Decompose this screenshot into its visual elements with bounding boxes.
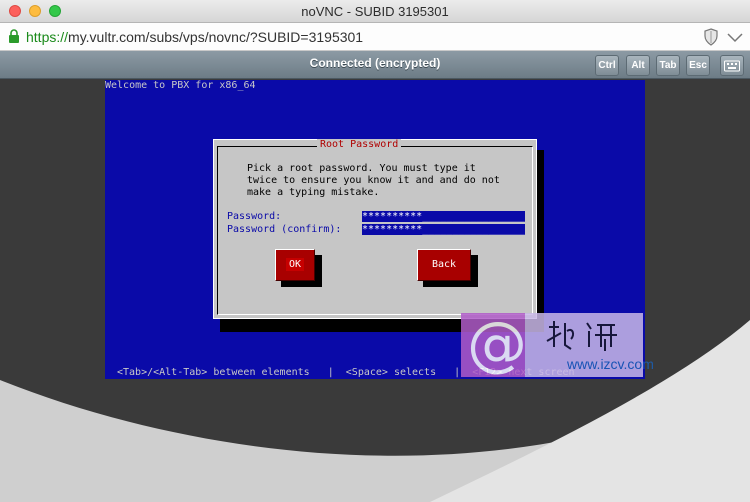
lock-icon	[9, 29, 19, 43]
watermark: @ www.izcv.com	[461, 309, 654, 379]
esc-key-button[interactable]: Esc	[686, 55, 710, 76]
url-scheme: https://	[26, 29, 69, 45]
password-value: **********	[362, 211, 423, 222]
signature-glyph-icon	[546, 321, 617, 351]
url-path: my.vultr.com/subs/vps/novnc/?SUBID=31953…	[68, 29, 364, 45]
confirm-password-label: Password (confirm):	[227, 224, 342, 235]
ctrl-key-button[interactable]: Ctrl	[595, 55, 619, 76]
window-titlebar: noVNC - SUBID 3195301	[0, 0, 750, 23]
ok-button[interactable]: OK	[275, 249, 315, 281]
watermark-url: www.izcv.com	[567, 356, 654, 372]
alt-key-button[interactable]: Alt	[626, 55, 650, 76]
welcome-text: Welcome to PBX for x86_64	[105, 80, 256, 91]
root-password-dialog: Root Password Pick a root password. You …	[213, 139, 537, 319]
password-field-fill: __________________	[422, 211, 525, 222]
confirm-field-fill: __________________	[422, 224, 525, 235]
watermark-signature-panel: www.izcv.com	[525, 313, 654, 377]
shield-icon[interactable]	[703, 28, 719, 46]
ok-button-label: OK	[285, 258, 305, 271]
confirm-password-value: **********	[362, 224, 423, 235]
keyboard-icon	[724, 60, 740, 72]
dialog-title: Root Password	[317, 139, 402, 150]
at-sign-icon: @	[467, 309, 527, 379]
confirm-password-field[interactable]: **********__________________	[362, 224, 525, 235]
novnc-control-bar: Connected (encrypted) Ctrl Alt Tab Esc	[0, 51, 750, 79]
address-bar[interactable]: https://my.vultr.com/subs/vps/novnc/?SUB…	[0, 23, 750, 51]
watermark-at-badge: @	[461, 309, 527, 379]
password-label: Password:	[227, 211, 282, 222]
url-text[interactable]: https://my.vultr.com/subs/vps/novnc/?SUB…	[26, 29, 363, 45]
password-field[interactable]: **********__________________	[362, 211, 525, 222]
tab-key-button[interactable]: Tab	[656, 55, 680, 76]
keyboard-toggle-button[interactable]	[720, 55, 744, 76]
dialog-message: Pick a root password. You must type it t…	[247, 163, 500, 198]
window-title: noVNC - SUBID 3195301	[301, 4, 449, 19]
reader-mode-icon[interactable]	[727, 28, 743, 46]
back-button[interactable]: Back	[417, 249, 471, 281]
